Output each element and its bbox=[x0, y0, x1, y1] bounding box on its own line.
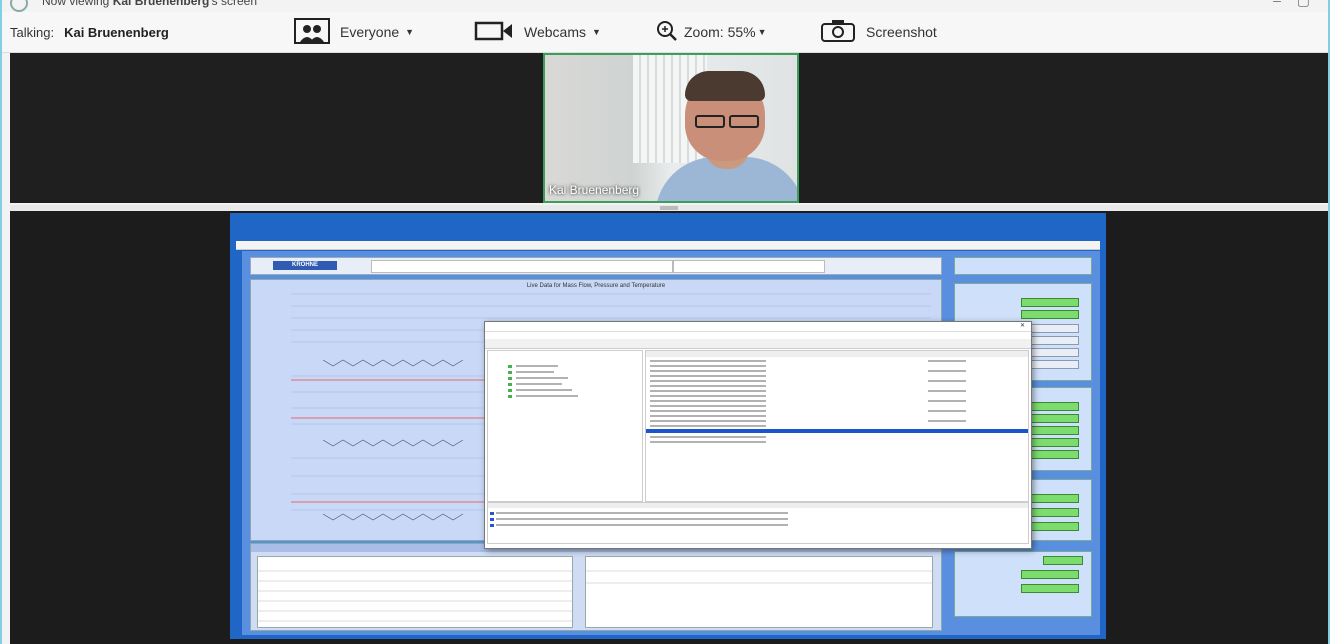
events-table bbox=[257, 556, 573, 628]
browser-url-bar bbox=[236, 241, 1100, 250]
popup-list[interactable] bbox=[645, 350, 1029, 502]
popup-toolbar[interactable] bbox=[485, 339, 1031, 349]
camera-icon bbox=[820, 19, 856, 46]
talking-indicator: Talking: Kai Bruenenberg bbox=[10, 25, 169, 40]
talking-name: Kai Bruenenberg bbox=[64, 25, 169, 40]
title-bar: Now viewing Kai Bruenenberg's screen – ▢ bbox=[2, 0, 1328, 12]
everyone-label: Everyone bbox=[340, 24, 400, 40]
green-button[interactable] bbox=[1043, 556, 1083, 565]
webcam-name-label: Kai Bruenenberg bbox=[549, 183, 640, 197]
talking-label: Talking: bbox=[10, 25, 55, 40]
header-live-field bbox=[673, 260, 825, 273]
log-rows bbox=[488, 503, 1028, 527]
list-rows bbox=[646, 351, 1028, 443]
chevron-down-icon: ▼ bbox=[757, 27, 767, 37]
events-table-lines bbox=[258, 570, 572, 622]
screen-share-area: KROHNE Live Data for Mass Flow, Pressure… bbox=[10, 211, 1328, 644]
alarms-table bbox=[585, 556, 933, 628]
webcams-button[interactable]: Webcams ▼ bbox=[474, 18, 601, 46]
participants-icon bbox=[294, 17, 330, 47]
side-panel-bottom bbox=[954, 551, 1092, 617]
chevron-down-icon: ▼ bbox=[405, 27, 415, 37]
toolbar: Talking: Kai Bruenenberg Everyone ▼ Webca… bbox=[2, 12, 1328, 53]
bottom-panels bbox=[250, 543, 942, 631]
green-button[interactable] bbox=[1021, 570, 1079, 579]
green-button[interactable] bbox=[1021, 310, 1079, 319]
green-button[interactable] bbox=[1021, 298, 1079, 307]
person-hair bbox=[685, 71, 765, 101]
shared-screen: KROHNE Live Data for Mass Flow, Pressure… bbox=[230, 213, 1106, 639]
app-logo-icon bbox=[10, 0, 28, 12]
popup-window[interactable]: ✕ bbox=[484, 321, 1032, 549]
screenshot-button[interactable]: Screenshot bbox=[820, 18, 937, 46]
header-title-field bbox=[371, 260, 673, 273]
title-prefix: Now viewing bbox=[42, 0, 110, 8]
alarms-table-lines bbox=[586, 570, 932, 584]
everyone-button[interactable]: Everyone ▼ bbox=[294, 17, 415, 47]
screenshot-label: Screenshot bbox=[866, 24, 937, 40]
popup-log[interactable] bbox=[487, 502, 1029, 544]
window-title: Now viewing Kai Bruenenberg's screen bbox=[42, 0, 257, 8]
webcam-icon bbox=[474, 20, 514, 45]
close-icon[interactable]: ✕ bbox=[1020, 322, 1025, 331]
divider-grip[interactable] bbox=[660, 206, 678, 210]
shared-application: KROHNE Live Data for Mass Flow, Pressure… bbox=[242, 251, 1100, 635]
zoom-icon bbox=[656, 20, 678, 45]
side-panel-top bbox=[954, 257, 1092, 275]
krohne-logo: KROHNE bbox=[273, 261, 337, 270]
webcams-label: Webcams bbox=[524, 24, 586, 40]
window-controls[interactable]: – ▢ bbox=[1273, 0, 1316, 9]
webcam-strip: Kai Bruenenberg bbox=[10, 53, 1328, 203]
app-header: KROHNE bbox=[250, 257, 942, 275]
chevron-down-icon: ▼ bbox=[591, 27, 601, 37]
popup-title-bar: ✕ bbox=[485, 322, 1031, 332]
zoom-label: Zoom: 55% bbox=[684, 24, 756, 40]
zoom-button[interactable]: Zoom: 55% ▼ bbox=[656, 18, 767, 46]
title-suffix: 's screen bbox=[209, 0, 258, 8]
title-name: Kai Bruenenberg bbox=[112, 0, 210, 8]
person-glasses bbox=[691, 115, 763, 129]
meeting-window: Now viewing Kai Bruenenberg's screen – ▢… bbox=[2, 0, 1328, 644]
popup-menu-bar[interactable] bbox=[485, 332, 1031, 339]
tree-items bbox=[508, 365, 578, 398]
webcam-video[interactable]: Kai Bruenenberg bbox=[543, 53, 799, 203]
green-button[interactable] bbox=[1021, 584, 1079, 593]
popup-tree[interactable] bbox=[487, 350, 643, 502]
